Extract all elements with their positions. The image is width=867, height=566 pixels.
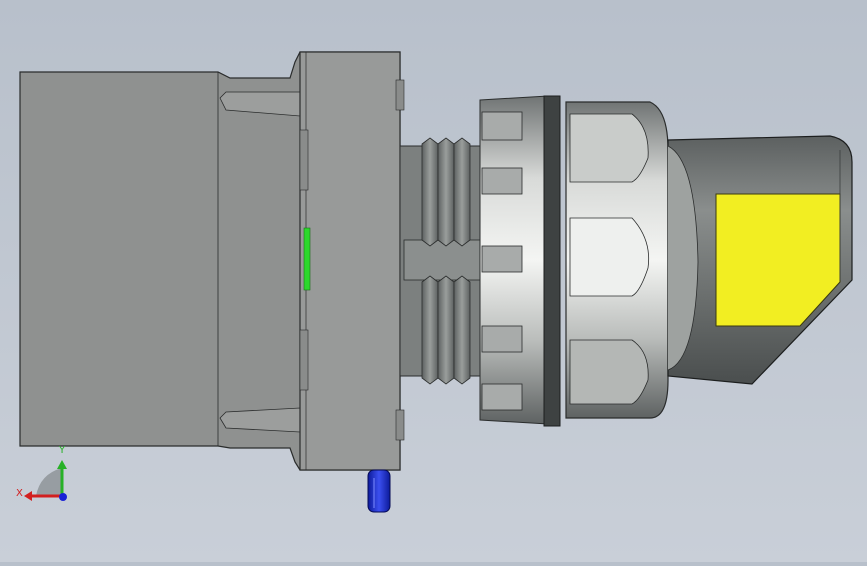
- hex-collar: [565, 101, 669, 419]
- y-axis-label: Y: [58, 445, 66, 456]
- threaded-shaft: [399, 137, 481, 385]
- selector-knob: [667, 135, 853, 385]
- mounting-adapter: [299, 51, 405, 471]
- x-axis-label: X: [16, 488, 23, 499]
- cad-model-view: X Y: [16, 51, 853, 513]
- locking-nut: [479, 95, 561, 427]
- status-indicator: [303, 227, 311, 291]
- z-axis-dot: [59, 493, 67, 501]
- coordinate-triad: X Y: [16, 445, 67, 501]
- cad-viewport[interactable]: X Y: [0, 0, 867, 562]
- triad-plane-indicator: [36, 468, 62, 496]
- blue-actuator-pin: [367, 469, 391, 513]
